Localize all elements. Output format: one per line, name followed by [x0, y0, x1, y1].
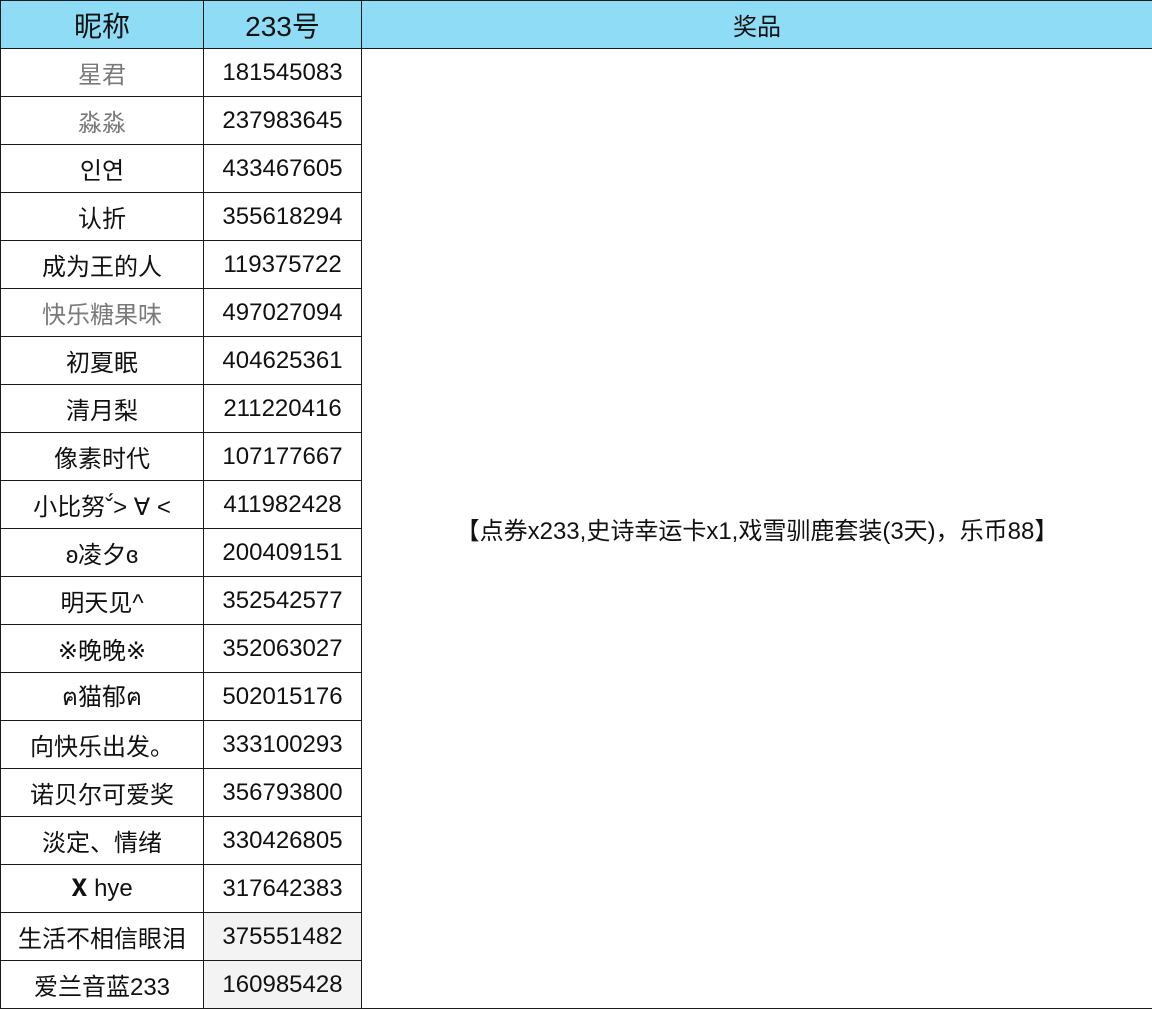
nickname-cell: 淡定、情绪: [0, 816, 204, 865]
table-body: 星君 181545083 【点券x233,史诗幸运卡x1,戏雪驯鹿套装(3天)，乐币…: [0, 48, 1152, 1009]
nickname-cell: ฅ猫郁ฅ: [0, 672, 204, 721]
id-cell: 211220416: [203, 384, 362, 433]
id-cell: 333100293: [203, 720, 362, 769]
winners-table: 昵称 233号 奖品 星君 181545083 【点券x233,史诗幸运卡x1,戏雪…: [0, 0, 1152, 1009]
id-cell: 200409151: [203, 528, 362, 577]
nickname-cell: 向快乐出发。: [0, 720, 204, 769]
nickname-cell: 𝐗 hye: [0, 864, 204, 913]
id-column-header: 233号: [203, 0, 362, 49]
nickname-cell: 明天见^: [0, 576, 204, 625]
nickname-cell: 小比努ˇ́> ∀ <: [0, 480, 204, 529]
id-cell: 119375722: [203, 240, 362, 289]
nickname-cell: ʚ凌夕ɞ: [0, 528, 204, 577]
nickname-cell: 快乐糖果味: [0, 288, 204, 337]
nickname-cell: 初夏眠: [0, 336, 204, 385]
nickname-column-header: 昵称: [0, 0, 204, 49]
id-cell: 237983645: [203, 96, 362, 145]
id-cell: 355618294: [203, 192, 362, 241]
id-cell: 330426805: [203, 816, 362, 865]
id-cell: 497027094: [203, 288, 362, 337]
nickname-cell: 인연: [0, 144, 204, 193]
nickname-cell: 诺贝尔可爱奖: [0, 768, 204, 817]
nickname-cell: ※晚晚※: [0, 624, 204, 673]
nickname-cell: 像素时代: [0, 432, 204, 481]
id-cell: 160985428: [203, 960, 362, 1009]
table-row: 星君 181545083 【点券x233,史诗幸运卡x1,戏雪驯鹿套装(3天)，乐币…: [0, 48, 1152, 1009]
nickname-cell: 生活不相信眼泪: [0, 912, 204, 961]
nickname-cell: 淼淼: [0, 96, 204, 145]
id-cell: 433467605: [203, 144, 362, 193]
id-cell: 181545083: [203, 48, 362, 97]
nickname-cell: 爱兰音蓝233: [0, 960, 204, 1009]
header-row: 昵称 233号 奖品: [0, 0, 1152, 49]
id-cell: 317642383: [203, 864, 362, 913]
nickname-cell: 清月梨: [0, 384, 204, 433]
nickname-cell: 认折: [0, 192, 204, 241]
nickname-cell: 星君: [0, 48, 204, 97]
id-cell: 107177667: [203, 432, 362, 481]
id-cell: 375551482: [203, 912, 362, 961]
id-cell: 352063027: [203, 624, 362, 673]
nickname-cell: 成为王的人: [0, 240, 204, 289]
prize-cell: 【点券x233,史诗幸运卡x1,戏雪驯鹿套装(3天)，乐币88】: [361, 48, 1152, 1009]
id-cell: 502015176: [203, 672, 362, 721]
id-cell: 352542577: [203, 576, 362, 625]
id-cell: 411982428: [203, 480, 362, 529]
id-cell: 356793800: [203, 768, 362, 817]
id-cell: 404625361: [203, 336, 362, 385]
prize-column-header: 奖品: [361, 0, 1152, 49]
